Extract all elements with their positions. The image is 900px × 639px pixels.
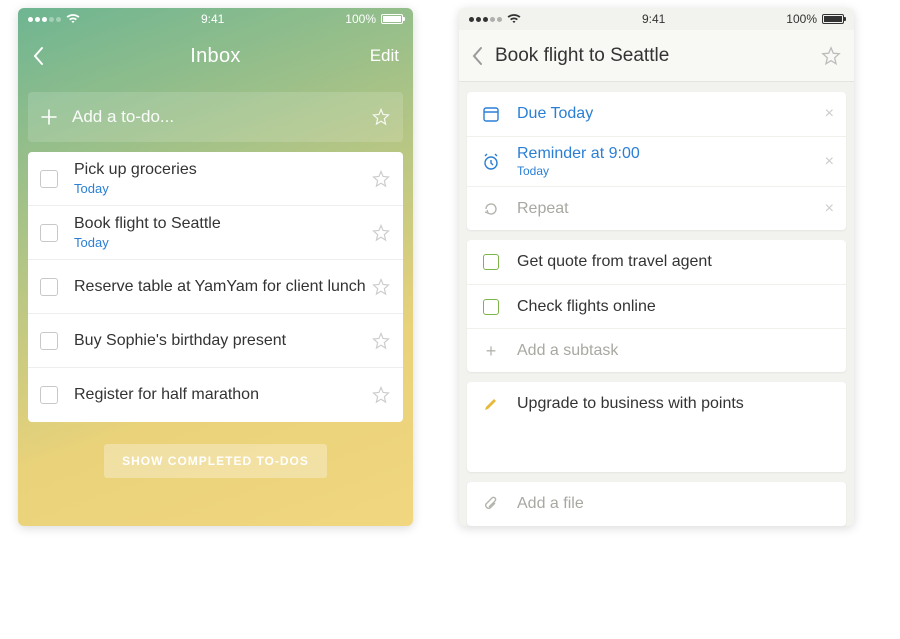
- todo-item[interactable]: Book flight to Seattle Today: [28, 206, 403, 260]
- repeat-icon: [479, 200, 503, 218]
- checkbox[interactable]: [479, 254, 503, 270]
- subtask-item[interactable]: Get quote from travel agent: [467, 240, 846, 284]
- add-subtask-row[interactable]: + Add a subtask: [467, 328, 846, 372]
- todo-title: Buy Sophie's birthday present: [74, 332, 371, 350]
- reminder-label: Reminder at 9:00: [517, 145, 825, 163]
- meta-card: Due Today × Reminder at 9:00 Today × Rep…: [467, 92, 846, 230]
- repeat-label: Repeat: [517, 200, 825, 218]
- star-icon[interactable]: [371, 277, 391, 297]
- todo-title: Reserve table at YamYam for client lunch: [74, 278, 371, 296]
- checkbox[interactable]: [479, 299, 503, 315]
- show-completed-button[interactable]: SHOW COMPLETED TO-DOS: [104, 444, 327, 478]
- file-card[interactable]: Add a file: [467, 482, 846, 526]
- plus-icon: [40, 108, 58, 126]
- wifi-icon: [66, 14, 80, 24]
- todo-due-label: Today: [74, 235, 371, 250]
- page-title: Inbox: [190, 45, 240, 68]
- add-todo-input[interactable]: Add a to-do...: [28, 92, 403, 142]
- status-bar: 9:41 100%: [459, 8, 854, 30]
- todo-item[interactable]: Reserve table at YamYam for client lunch: [28, 260, 403, 314]
- plus-icon: +: [479, 342, 503, 360]
- back-button[interactable]: [32, 46, 92, 66]
- alarm-icon: [479, 153, 503, 171]
- reminder-row[interactable]: Reminder at 9:00 Today ×: [467, 136, 846, 186]
- inbox-screen: 9:41 100% Inbox Edit Add a to-do...: [18, 8, 413, 526]
- status-time: 9:41: [201, 12, 224, 26]
- battery-percentage: 100%: [345, 12, 376, 26]
- add-todo-placeholder: Add a to-do...: [72, 107, 371, 127]
- battery-icon: [822, 14, 844, 24]
- todo-due-label: Today: [74, 181, 371, 196]
- wifi-icon: [507, 14, 521, 24]
- repeat-row[interactable]: Repeat ×: [467, 186, 846, 230]
- star-icon[interactable]: [371, 331, 391, 351]
- battery-percentage: 100%: [786, 12, 817, 26]
- clear-icon[interactable]: ×: [825, 105, 834, 123]
- todo-list: Pick up groceries Today Book flight to S…: [28, 152, 403, 422]
- edit-button[interactable]: Edit: [339, 46, 399, 66]
- star-icon[interactable]: [371, 223, 391, 243]
- note-text: Upgrade to business with points: [517, 395, 834, 413]
- todo-item[interactable]: Register for half marathon: [28, 368, 403, 422]
- todo-item[interactable]: Buy Sophie's birthday present: [28, 314, 403, 368]
- page-title: Book flight to Seattle: [495, 45, 820, 67]
- todo-title: Book flight to Seattle: [74, 215, 371, 233]
- todo-title: Register for half marathon: [74, 386, 371, 404]
- add-subtask-label: Add a subtask: [517, 342, 834, 360]
- due-label: Due Today: [517, 105, 825, 123]
- star-icon[interactable]: [371, 107, 391, 127]
- checkbox[interactable]: [40, 278, 58, 296]
- add-file-label: Add a file: [517, 495, 834, 513]
- status-bar: 9:41 100%: [18, 8, 413, 30]
- todo-item[interactable]: Pick up groceries Today: [28, 152, 403, 206]
- star-icon[interactable]: [371, 385, 391, 405]
- signal-strength-icon: [469, 17, 502, 22]
- checkbox[interactable]: [40, 224, 58, 242]
- note-card[interactable]: Upgrade to business with points: [467, 382, 846, 472]
- pencil-icon: [479, 396, 503, 412]
- navbar: Book flight to Seattle: [459, 30, 854, 82]
- signal-strength-icon: [28, 17, 61, 22]
- reminder-sub: Today: [517, 164, 825, 178]
- detail-screen: 9:41 100% Book flight to Seattle Due Tod…: [459, 8, 854, 526]
- back-button[interactable]: [471, 46, 483, 66]
- star-icon[interactable]: [371, 169, 391, 189]
- clear-icon[interactable]: ×: [825, 200, 834, 218]
- clear-icon[interactable]: ×: [825, 153, 834, 171]
- battery-icon: [381, 14, 403, 24]
- subtask-item[interactable]: Check flights online: [467, 284, 846, 328]
- checkbox[interactable]: [40, 332, 58, 350]
- due-date-row[interactable]: Due Today ×: [467, 92, 846, 136]
- navbar: Inbox Edit: [18, 30, 413, 82]
- todo-title: Pick up groceries: [74, 161, 371, 179]
- subtask-title: Check flights online: [517, 298, 834, 316]
- paperclip-icon: [479, 496, 503, 512]
- calendar-icon: [479, 105, 503, 123]
- status-time: 9:41: [642, 12, 665, 26]
- checkbox[interactable]: [40, 170, 58, 188]
- checkbox[interactable]: [40, 386, 58, 404]
- subtasks-card: Get quote from travel agent Check flight…: [467, 240, 846, 372]
- subtask-title: Get quote from travel agent: [517, 253, 834, 271]
- star-icon[interactable]: [820, 45, 842, 67]
